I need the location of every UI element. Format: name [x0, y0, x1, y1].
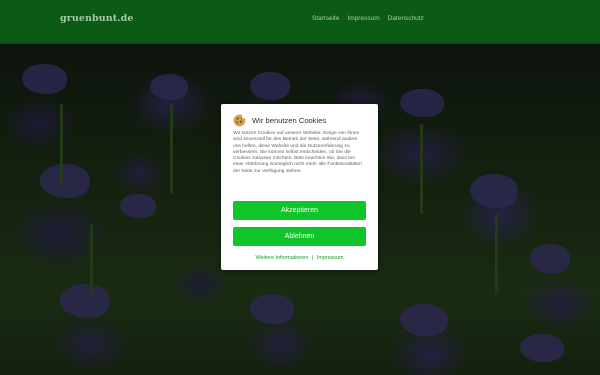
accept-cookies-button[interactable]: Akzeptieren	[233, 201, 366, 220]
iris-flower	[520, 334, 564, 362]
decline-cookies-button[interactable]: Ablehnen	[233, 227, 366, 246]
iris-flower	[22, 64, 67, 94]
iris-flower	[150, 74, 188, 100]
iris-flower	[400, 304, 448, 336]
iris-flower	[530, 244, 570, 274]
iris-flower	[120, 194, 156, 218]
site-header: gruenbunt.de Startseite Impressum Datens…	[0, 0, 600, 44]
link-separator: |	[311, 255, 314, 261]
site-logo[interactable]: gruenbunt.de	[60, 13, 134, 24]
iris-stem	[60, 104, 63, 184]
iris-flower	[400, 89, 444, 117]
more-info-link[interactable]: Weitere Informationen	[255, 255, 308, 261]
cookie-dialog-text: Wir nutzen Cookies auf unserer Website. …	[233, 131, 362, 174]
nav-item-startseite[interactable]: Startseite	[312, 15, 339, 22]
iris-flower	[250, 294, 294, 324]
page: gruenbunt.de Startseite Impressum Datens…	[0, 0, 600, 375]
iris-stem	[90, 224, 93, 294]
iris-stem	[420, 124, 423, 214]
iris-flower	[470, 174, 518, 208]
nav-item-datenschutz[interactable]: Datenschutz	[388, 15, 424, 22]
iris-stem	[495, 214, 498, 294]
imprint-link[interactable]: Impressum	[317, 255, 344, 261]
cookie-icon	[233, 114, 246, 127]
cookie-dialog-links: Weitere Informationen | Impressum	[221, 255, 378, 261]
cookie-consent-dialog: Wir benutzen Cookies Wir nutzen Cookies …	[221, 104, 378, 270]
iris-flower	[250, 72, 290, 100]
cookie-dialog-title: Wir benutzen Cookies	[252, 116, 327, 125]
iris-flower	[60, 284, 110, 318]
iris-stem	[170, 104, 173, 194]
main-nav: Startseite Impressum Datenschutz	[312, 15, 424, 22]
iris-flower	[40, 164, 90, 198]
cookie-dialog-header: Wir benutzen Cookies	[233, 114, 326, 127]
nav-item-impressum[interactable]: Impressum	[347, 15, 379, 22]
